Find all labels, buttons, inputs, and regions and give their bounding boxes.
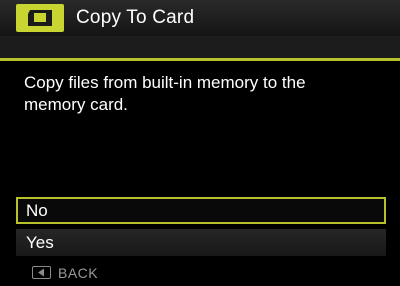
option-no-label: No [26,201,48,220]
dialog-message: Copy files from built-in memory to the m… [24,73,306,114]
accent-divider [0,58,400,61]
option-no[interactable]: No [16,197,386,224]
title-icon-box [16,4,64,32]
page-title: Copy To Card [76,7,195,28]
camera-menu-screen: Copy To Card Copy files from built-in me… [0,0,400,286]
back-label[interactable]: BACK [58,264,98,282]
back-arrow-icon[interactable] [32,266,51,279]
title-bar: Copy To Card [0,0,400,36]
option-yes-label: Yes [26,233,54,252]
option-yes[interactable]: Yes [16,229,386,256]
title-sub-bar [0,36,400,58]
memory-card-icon [28,10,52,26]
